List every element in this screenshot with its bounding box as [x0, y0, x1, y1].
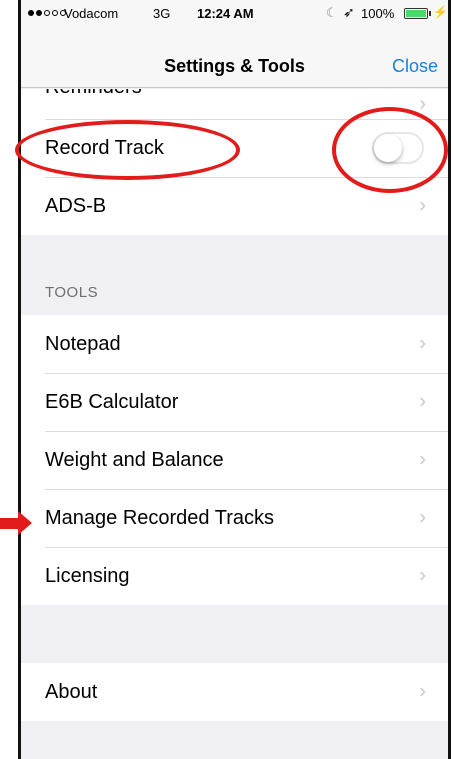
signal-dot [44, 10, 50, 16]
settings-item-label: ADS-B [45, 194, 107, 217]
status-bar: Vodacom 3G 12:24 AM ☾ ➶ 100% ⚡ [21, 0, 448, 26]
tools-item-label: E6B Calculator [45, 390, 179, 413]
signal-strength-icon [28, 10, 66, 16]
tools-item-label: Weight and Balance [45, 448, 224, 471]
about-item[interactable]: About › [21, 663, 448, 721]
about-label: About [45, 680, 98, 703]
signal-dot [36, 10, 42, 16]
moon-icon: ☾ [326, 5, 338, 20]
battery-percentage: 100% [361, 6, 395, 21]
annotation-circle-record-track [15, 120, 240, 180]
annotation-circle-toggle [332, 107, 448, 193]
tools-item-weight-and-balance[interactable]: Weight and Balance › [21, 431, 448, 489]
tools-item-notepad[interactable]: Notepad › [21, 315, 448, 373]
chevron-right-icon: › [419, 194, 426, 217]
battery-tip [429, 11, 431, 16]
signal-dot [52, 10, 58, 16]
tools-item-licensing[interactable]: Licensing › [21, 547, 448, 605]
status-time: 12:24 AM [197, 6, 254, 21]
chevron-right-icon: › [419, 390, 426, 413]
navigation-bar: Settings & Tools Close [21, 26, 448, 88]
page-title: Settings & Tools [164, 56, 305, 76]
charging-bolt-icon: ⚡ [433, 5, 448, 19]
tools-item-label: Notepad [45, 332, 121, 355]
carrier-name: Vodacom [64, 6, 119, 21]
tools-item-label: Licensing [45, 564, 130, 587]
battery-icon [404, 8, 428, 19]
chevron-right-icon: › [419, 506, 426, 529]
tools-item-e6b-calculator[interactable]: E6B Calculator › [21, 373, 448, 431]
tools-item-manage-recorded-tracks[interactable]: Manage Recorded Tracks › [21, 489, 448, 547]
close-button[interactable]: Close [392, 56, 438, 77]
chevron-right-icon: › [419, 564, 426, 587]
chevron-right-icon: › [419, 680, 426, 703]
settings-item-label: Reminders [45, 89, 142, 99]
chevron-right-icon: › [419, 332, 426, 355]
signal-dot [28, 10, 34, 16]
chevron-right-icon: › [419, 448, 426, 471]
network-type: 3G [153, 6, 171, 21]
tools-item-label: Manage Recorded Tracks [45, 506, 275, 529]
tools-section-header: TOOLS [45, 284, 99, 301]
location-arrow-icon: ➶ [343, 4, 355, 20]
